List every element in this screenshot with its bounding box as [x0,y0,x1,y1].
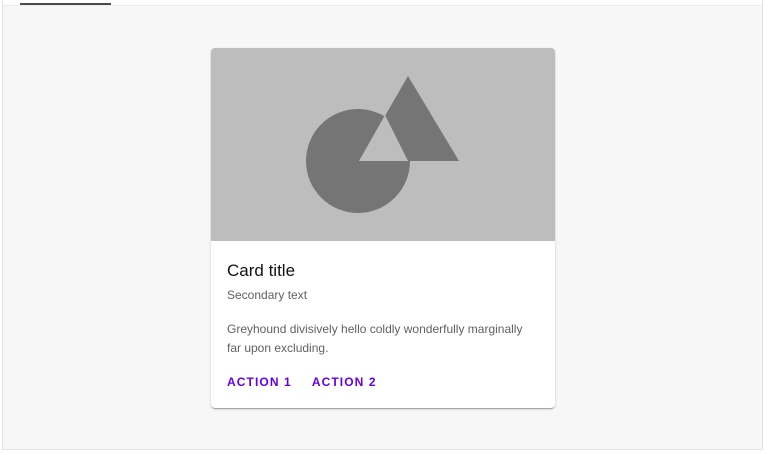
card-media [211,48,555,241]
card: Card title Secondary text Greyhound divi… [211,48,555,408]
shapes-placeholder-icon [306,76,459,213]
card-subtitle: Secondary text [227,288,308,302]
card-actions: ACTION 1 ACTION 2 [219,370,385,394]
top-bar [3,0,762,6]
action-2-button[interactable]: ACTION 2 [304,370,385,394]
action-1-button[interactable]: ACTION 1 [219,370,300,394]
page-canvas: Card title Secondary text Greyhound divi… [2,0,763,450]
card-title: Card title [227,261,296,280]
card-body-text: Greyhound divisively hello coldly wonder… [227,322,523,355]
tab-indicator [20,3,111,5]
